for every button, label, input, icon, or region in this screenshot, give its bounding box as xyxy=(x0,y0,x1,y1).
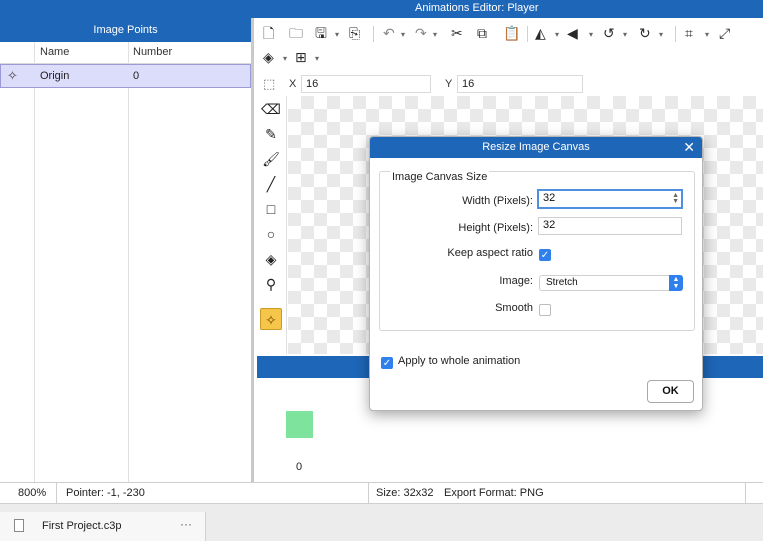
resize-canvas-dialog: Resize Image Canvas ✕ Image Canvas Size … xyxy=(369,136,703,411)
image-size: Size: 32x32 xyxy=(376,487,434,499)
x-input[interactable]: 16 xyxy=(301,75,431,93)
copy-icon[interactable]: ⧉ xyxy=(477,24,487,42)
x-label: X xyxy=(289,78,297,90)
project-name: First Project.c3p xyxy=(42,520,122,532)
ok-button[interactable]: OK xyxy=(647,380,694,403)
redo-icon[interactable]: ↷ xyxy=(415,24,427,42)
image-points-column-headers: Name Number xyxy=(0,42,251,64)
layers-dropdown-icon[interactable]: ▾ xyxy=(283,50,287,68)
apply-whole-animation-checkbox[interactable]: ✓ xyxy=(381,357,393,369)
image-points-header: Image Points xyxy=(0,18,251,42)
frame-thumbnail[interactable] xyxy=(286,411,313,438)
image-points-panel: Image Points Name Number ✧ Origin 0 xyxy=(0,18,254,482)
frame-number: 0 xyxy=(296,461,303,473)
column-divider xyxy=(34,42,35,482)
keep-aspect-label: Keep aspect ratio xyxy=(447,247,533,259)
pointer-coordinates: Pointer: -1, -230 xyxy=(66,487,145,499)
color-picker-icon[interactable]: ⚲ xyxy=(257,273,285,295)
project-bar: First Project.c3p ··· xyxy=(0,504,763,541)
status-bar: 800% Pointer: -1, -230 Size: 32x32 Expor… xyxy=(0,482,763,504)
ellipse-icon[interactable]: ○ xyxy=(257,223,285,245)
title-bar: Animations Editor: Player xyxy=(0,0,763,18)
flip-vertical-dropdown-icon[interactable]: ▾ xyxy=(589,26,593,44)
undo-icon[interactable]: ↶ xyxy=(383,24,395,42)
redo-dropdown-icon[interactable]: ▾ xyxy=(433,26,437,44)
height-label: Height (Pixels): xyxy=(458,222,533,234)
toolbar-separator xyxy=(373,26,374,42)
line-icon[interactable]: ╱ xyxy=(257,173,285,195)
rotate-left-dropdown-icon[interactable]: ▾ xyxy=(623,26,627,44)
status-divider xyxy=(56,483,57,503)
select-arrows-icon: ▲ ▼ xyxy=(669,275,683,291)
rotate-right-dropdown-icon[interactable]: ▾ xyxy=(659,26,663,44)
paste-icon[interactable]: 📋 xyxy=(503,24,520,42)
selection-icon[interactable]: ⬚ xyxy=(263,75,275,93)
image-point-icon: ✧ xyxy=(7,68,18,83)
new-file-icon[interactable]: 🗋 xyxy=(263,24,274,42)
undo-dropdown-icon[interactable]: ▾ xyxy=(401,26,405,44)
column-divider xyxy=(128,42,129,482)
y-input[interactable]: 16 xyxy=(457,75,583,93)
rotate-left-icon[interactable]: ↺ xyxy=(603,24,615,42)
image-mode-select[interactable]: Stretch ▲ ▼ xyxy=(539,275,683,291)
smooth-checkbox[interactable] xyxy=(539,304,551,316)
status-divider xyxy=(745,483,746,503)
open-folder-icon[interactable]: 🗀 xyxy=(289,24,303,42)
save-dropdown-icon[interactable]: ▾ xyxy=(335,26,339,44)
width-input[interactable]: 32 ▲ ▼ xyxy=(537,189,683,209)
pencil-icon[interactable]: ✎ xyxy=(257,123,285,145)
apply-whole-animation-label: Apply to whole animation xyxy=(398,355,521,367)
export-format: Export Format: PNG xyxy=(444,487,544,499)
more-icon[interactable]: ··· xyxy=(180,517,192,531)
grid-icon[interactable]: ⊞ xyxy=(295,48,307,66)
image-mode-label: Image: xyxy=(499,275,533,287)
status-divider xyxy=(368,483,369,503)
image-mode-value: Stretch xyxy=(546,277,578,288)
editor-toolbar: 🗋 🗀 🖫 ▾ ⎘ ↶ ▾ ↷ ▾ ✂ ⧉ 📋 ◭ ▾ ◀ ▾ ↺ ▾ ↻ ▾ … xyxy=(257,18,763,74)
position-bar: ⬚ X 16 Y 16 xyxy=(257,74,763,96)
flip-horizontal-icon[interactable]: ◭ xyxy=(535,24,546,42)
save-icon[interactable]: 🖫 xyxy=(315,24,327,42)
dialog-title: Resize Image Canvas xyxy=(482,141,590,153)
close-icon[interactable]: ✕ xyxy=(683,138,695,156)
file-icon xyxy=(14,519,24,532)
fill-icon[interactable]: ◈ xyxy=(257,248,285,270)
keep-aspect-checkbox[interactable]: ✓ xyxy=(539,249,551,261)
column-header-name[interactable]: Name xyxy=(40,46,69,58)
image-point-name: Origin xyxy=(40,70,70,82)
dialog-title-bar: Resize Image Canvas ✕ xyxy=(370,137,702,158)
rectangle-icon[interactable]: □ xyxy=(257,198,285,220)
cut-icon[interactable]: ✂ xyxy=(451,24,463,42)
flip-vertical-icon[interactable]: ◀ xyxy=(567,24,578,42)
toolbar-separator xyxy=(527,26,528,42)
image-point-icon[interactable]: ✧ xyxy=(260,308,282,330)
crop-icon[interactable]: ⌗ xyxy=(685,24,693,42)
window-title: Animations Editor: Player xyxy=(415,2,539,14)
width-stepper-icon[interactable]: ▲ ▼ xyxy=(672,192,679,205)
width-label: Width (Pixels): xyxy=(462,195,533,207)
image-point-row-origin[interactable]: ✧ Origin 0 xyxy=(0,64,251,88)
project-tab[interactable]: First Project.c3p ··· xyxy=(0,512,206,541)
brush-icon[interactable]: 🖌 xyxy=(257,148,285,170)
width-value: 32 xyxy=(543,192,556,204)
flip-dropdown-icon[interactable]: ▾ xyxy=(555,26,559,44)
eraser-icon[interactable]: ⌫ xyxy=(257,98,285,120)
grid-dropdown-icon[interactable]: ▾ xyxy=(315,50,319,68)
layers-icon[interactable]: ◈ xyxy=(263,48,274,66)
height-input[interactable]: 32 xyxy=(538,217,682,235)
image-point-number: 0 xyxy=(133,70,140,82)
export-icon[interactable]: ⎘ xyxy=(349,24,360,42)
zoom-level: 800% xyxy=(18,487,47,499)
canvas-size-group-label: Image Canvas Size xyxy=(390,171,490,183)
resize-icon[interactable]: ⤢ xyxy=(719,24,730,42)
smooth-label: Smooth xyxy=(495,302,533,314)
rotate-right-icon[interactable]: ↻ xyxy=(639,24,651,42)
toolbar-separator xyxy=(675,26,676,42)
y-label: Y xyxy=(445,78,453,90)
drawing-tools: ⌫ ✎ 🖌 ╱ □ ○ ◈ ⚲ ✧ xyxy=(257,96,287,354)
column-header-number[interactable]: Number xyxy=(133,46,172,58)
crop-dropdown-icon[interactable]: ▾ xyxy=(705,26,709,44)
